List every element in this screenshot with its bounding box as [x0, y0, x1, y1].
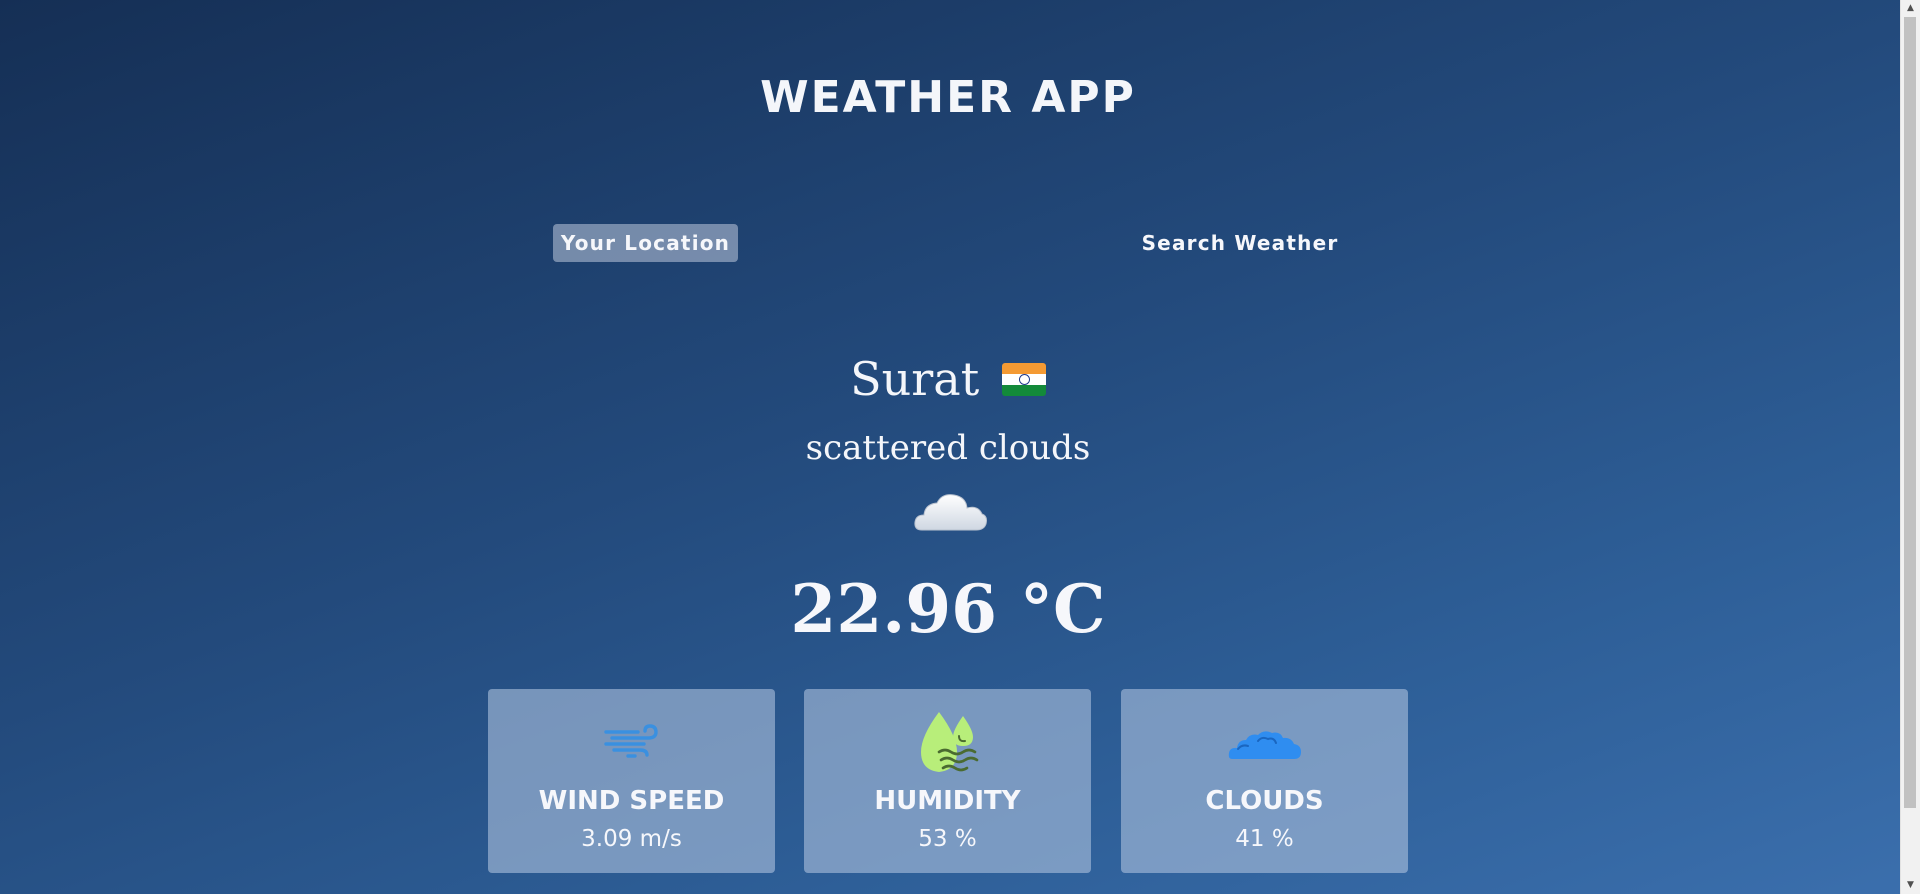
humidity-icon — [920, 712, 978, 772]
app-title: WEATHER APP — [760, 72, 1136, 123]
weather-description: scattered clouds — [805, 428, 1091, 468]
humidity-value: 53 % — [918, 826, 977, 852]
clouds-value: 41 % — [1235, 826, 1294, 852]
temperature: 22.96 °C — [790, 570, 1106, 648]
city-heading: Surat — [0, 352, 1896, 406]
vertical-scrollbar[interactable]: ▲ ▼ — [1900, 0, 1920, 894]
humidity-label: HUMIDITY — [874, 786, 1021, 816]
clouds-label: CLOUDS — [1205, 786, 1324, 816]
india-flag-icon — [1001, 362, 1046, 396]
tab-search-weather[interactable]: Search Weather — [1130, 224, 1350, 262]
scroll-down-icon[interactable]: ▼ — [1901, 877, 1920, 894]
clouds-card: CLOUDS 41 % — [1121, 689, 1408, 873]
wind-icon — [603, 724, 658, 758]
weather-app: WEATHER APP Your Location Search Weather… — [0, 0, 1901, 894]
humidity-card: HUMIDITY 53 % — [804, 689, 1091, 873]
scrollbar-thumb[interactable] — [1904, 17, 1916, 808]
wind-speed-label: WIND SPEED — [538, 786, 725, 816]
wind-speed-card: WIND SPEED 3.09 m/s — [488, 689, 775, 873]
city-name: Surat — [850, 352, 980, 406]
cloud-icon — [914, 494, 987, 531]
tab-your-location[interactable]: Your Location — [553, 224, 738, 262]
clouds-icon — [1228, 731, 1301, 759]
scroll-up-icon[interactable]: ▲ — [1901, 0, 1920, 17]
wind-speed-value: 3.09 m/s — [581, 826, 682, 852]
